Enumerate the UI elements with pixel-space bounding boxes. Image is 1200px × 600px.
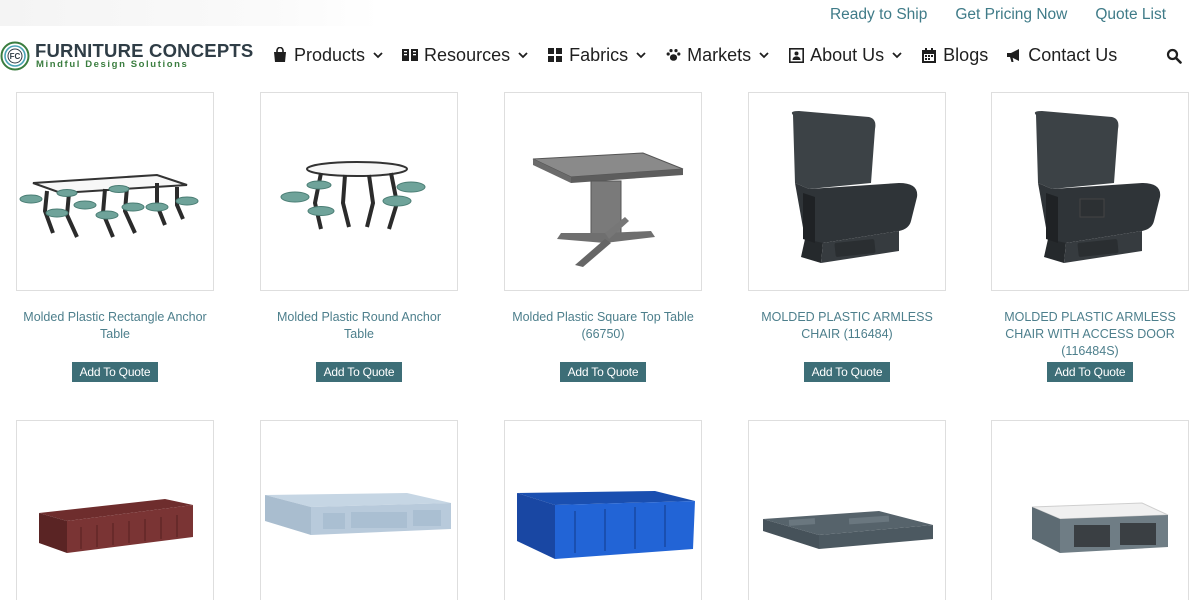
nav-markets-label: Markets (687, 44, 752, 65)
nav-contact-us-label: Contact Us (1028, 44, 1118, 65)
product-image[interactable] (748, 420, 946, 600)
search-icon[interactable] (1166, 48, 1182, 64)
logo-letters: FC (10, 52, 21, 61)
nav-products-label: Products (294, 44, 366, 65)
nav-markets[interactable]: Markets (665, 45, 770, 66)
blue-bed-frame-image (517, 491, 695, 559)
product-card: Molded Plastic Rectangle Anchor Table Ad… (16, 92, 214, 382)
light-blue-bed-frame-image (265, 493, 451, 535)
brand-name: FURNITURE CONCEPTS (35, 40, 254, 61)
add-to-quote-button[interactable]: Add To Quote (559, 362, 647, 382)
product-title[interactable]: MOLDED PLASTIC ARMLESS CHAIR (116484) (748, 309, 946, 345)
nav-resources[interactable]: Resources (402, 45, 529, 66)
add-to-quote-button[interactable]: Add To Quote (1046, 362, 1134, 382)
nav-products[interactable]: Products (272, 45, 384, 66)
chevron-down-icon (759, 52, 769, 59)
product-card (16, 420, 214, 600)
add-to-quote-button[interactable]: Add To Quote (71, 362, 159, 382)
product-card (991, 420, 1189, 600)
product-image[interactable] (260, 420, 458, 600)
shopping-bag-icon (272, 47, 288, 63)
fc-logo-icon: FC (0, 41, 30, 71)
product-card: MOLDED PLASTIC ARMLESS CHAIR (116484) Ad… (748, 92, 946, 382)
rectangle-picnic-table-image (19, 173, 199, 238)
nav-contact-us[interactable]: Contact Us (1006, 45, 1117, 66)
product-card: Molded Plastic Round Anchor Table Add To… (260, 92, 458, 382)
main-nav: Products Resources Fabrics Markets About… (272, 42, 1135, 68)
utility-links: Ready to Ship Get Pricing Now Quote List (830, 6, 1166, 24)
product-title[interactable]: Molded Plastic Square Top Table (66750) (504, 309, 702, 345)
product-card: Molded Plastic Square Top Table (66750) … (504, 92, 702, 382)
burgundy-bed-frame-image (39, 499, 193, 553)
chevron-down-icon (892, 52, 902, 59)
product-image[interactable] (504, 92, 702, 291)
top-bar-fade (0, 0, 380, 26)
nav-about-us[interactable]: About Us (788, 45, 903, 66)
nav-fabrics-label: Fabrics (569, 44, 629, 65)
brand-tagline: Mindful Design Solutions (36, 59, 189, 70)
product-card (748, 420, 946, 600)
product-card (260, 420, 458, 600)
book-icon (402, 47, 419, 63)
chevron-down-icon (636, 52, 646, 59)
chevron-down-icon (373, 52, 383, 59)
product-image[interactable] (260, 92, 458, 291)
product-image[interactable] (16, 420, 214, 600)
product-image[interactable] (991, 92, 1189, 291)
brand-logo[interactable]: FC FURNITURE CONCEPTS Mindful Design Sol… (0, 41, 253, 71)
ready-to-ship-link[interactable]: Ready to Ship (830, 6, 927, 24)
calendar-icon (921, 47, 937, 63)
nav-resources-label: Resources (424, 44, 511, 65)
product-image[interactable] (748, 92, 946, 291)
megaphone-icon (1006, 47, 1022, 63)
product-title[interactable]: Molded Plastic Round Anchor Table (260, 309, 458, 345)
product-card: MOLDED PLASTIC ARMLESS CHAIR WITH ACCESS… (991, 92, 1189, 382)
gray-platform-bed-image (763, 511, 933, 549)
top-bar: Ready to Ship Get Pricing Now Quote List (0, 0, 1200, 30)
square-top-table-image (532, 152, 684, 267)
product-image[interactable] (991, 420, 1189, 600)
round-picnic-table-image (280, 161, 426, 230)
product-card (504, 420, 702, 600)
get-pricing-link[interactable]: Get Pricing Now (955, 6, 1067, 24)
add-to-quote-button[interactable]: Add To Quote (803, 362, 891, 382)
product-image[interactable] (16, 92, 214, 291)
nav-fabrics[interactable]: Fabrics (547, 45, 647, 66)
nav-blogs[interactable]: Blogs (921, 45, 988, 66)
nav-blogs-label: Blogs (943, 44, 989, 65)
product-title[interactable]: MOLDED PLASTIC ARMLESS CHAIR WITH ACCESS… (991, 309, 1189, 358)
product-image[interactable] (504, 420, 702, 600)
product-title[interactable]: Molded Plastic Rectangle Anchor Table (16, 309, 214, 345)
armless-chair-access-door-image (1034, 111, 1161, 263)
chevron-down-icon (518, 52, 528, 59)
paw-icon (665, 47, 681, 63)
gray-bed-with-mattress-image (1031, 502, 1169, 553)
armless-chair-image (791, 111, 918, 263)
nav-about-us-label: About Us (810, 44, 885, 65)
address-card-icon (788, 47, 804, 63)
quote-list-link[interactable]: Quote List (1095, 6, 1166, 24)
add-to-quote-button[interactable]: Add To Quote (315, 362, 403, 382)
grid-icon (547, 47, 563, 63)
